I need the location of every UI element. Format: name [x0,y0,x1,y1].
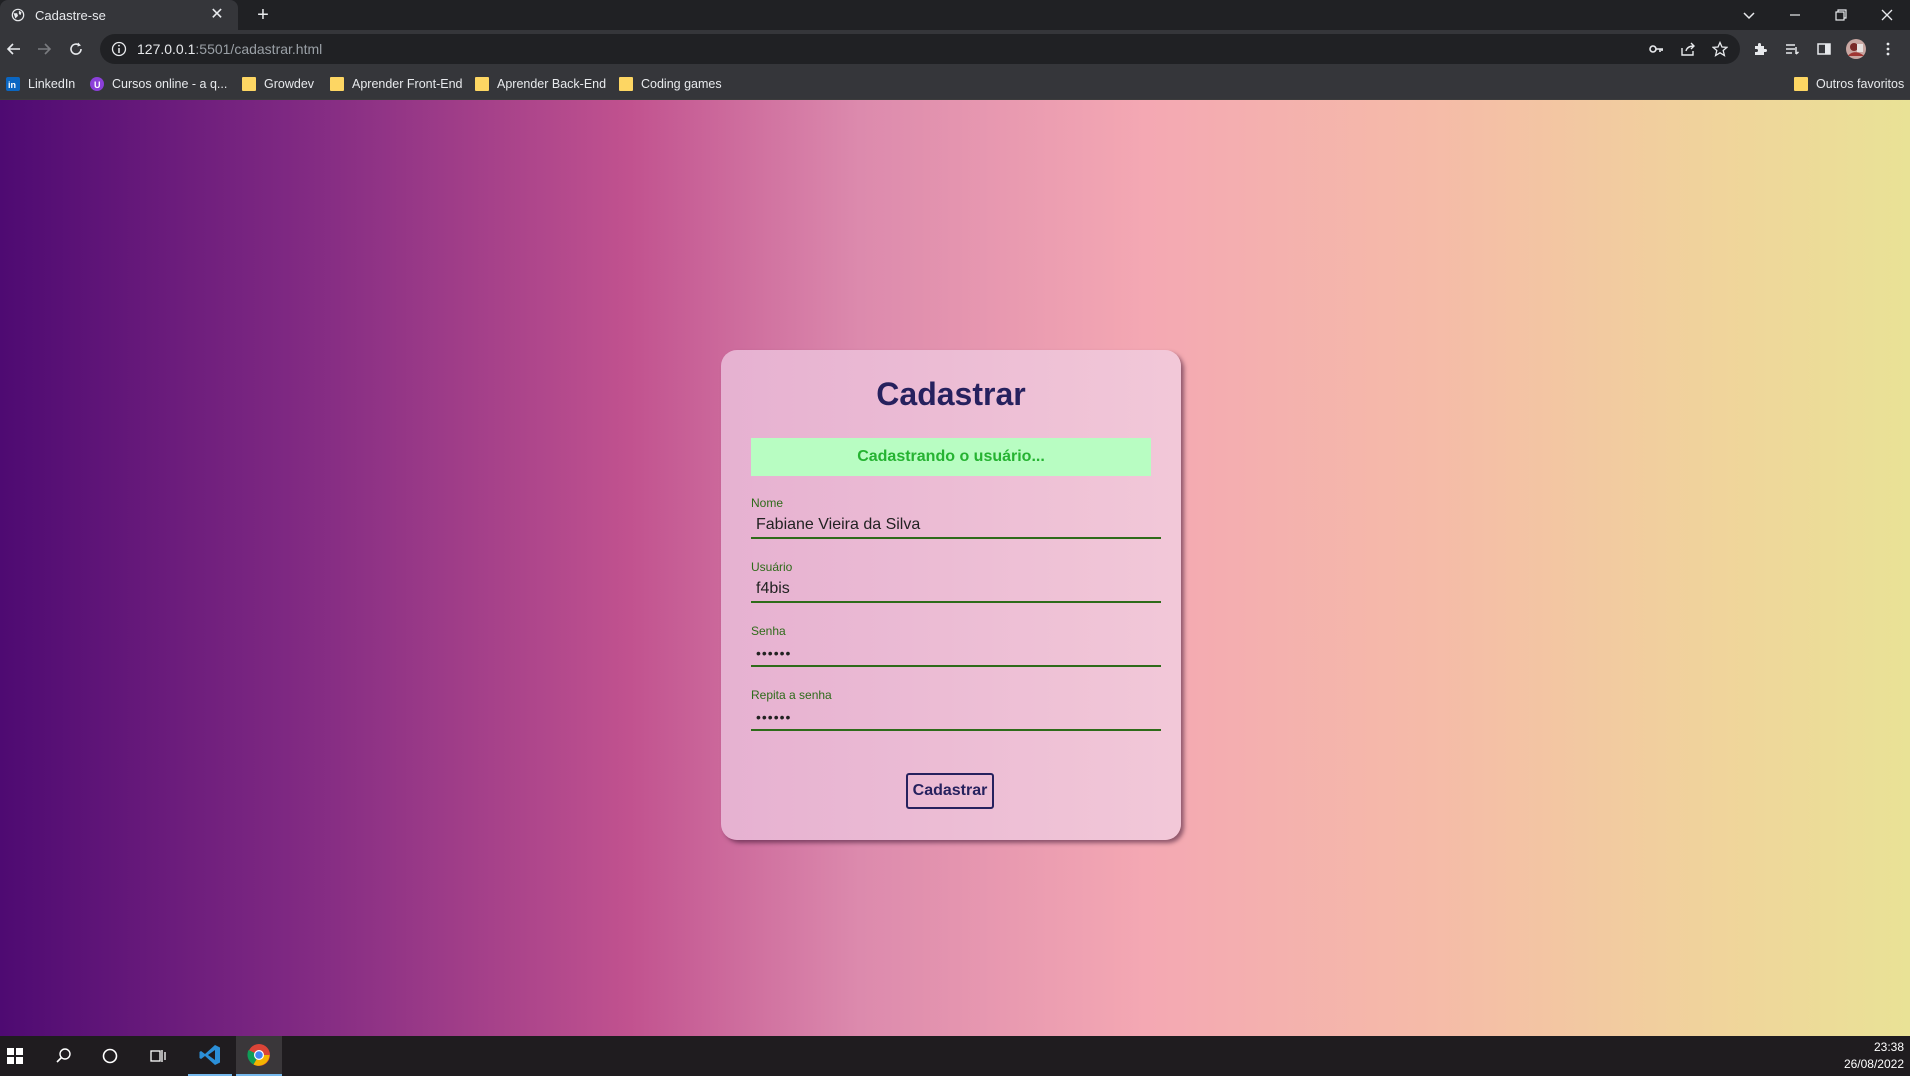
bookmark-linkedin[interactable]: in LinkedIn [6,75,75,93]
globe-icon [11,8,25,22]
folder-icon [242,77,256,91]
restore-icon[interactable] [1818,0,1864,30]
system-clock[interactable]: 23:38 26/08/2022 [1844,1039,1904,1073]
confirm-password-label: Repita a senha [751,688,832,702]
minimize-icon[interactable] [1772,0,1818,30]
close-tab-icon[interactable]: ✕ [208,6,226,24]
folder-icon [330,77,344,91]
windows-start-icon[interactable] [0,1036,30,1076]
forward-icon[interactable] [32,37,56,61]
os-taskbar: 23:38 26/08/2022 [0,1036,1910,1076]
folder-icon [619,77,633,91]
browser-tabstrip: Cadastre-se ✕ + [0,0,1910,30]
folder-icon [1794,77,1808,91]
svg-text:U: U [94,80,101,90]
address-bar[interactable]: 127.0.0.1:5501/cadastrar.html [100,34,1740,64]
confirm-password-field: Repita a senha •••••• [751,688,1161,731]
reload-icon[interactable] [64,37,88,61]
bookmark-coding-games[interactable]: Coding games [619,75,722,93]
bookmarks-bar: in LinkedIn U Cursos online - a q... Gro… [0,68,1910,100]
side-panel-icon[interactable] [1812,37,1836,61]
bookmark-aprender-front-end[interactable]: Aprender Front-End [330,75,462,93]
back-icon[interactable] [2,37,26,61]
bookmark-star-icon[interactable] [1708,37,1732,61]
username-field: Usuário f4bis [751,560,1161,603]
username-label: Usuário [751,560,793,574]
register-card: Cadastrar Cadastrando o usuário... Nome … [721,350,1181,840]
tab-search-icon[interactable] [1726,0,1772,30]
svg-text:in: in [8,80,16,90]
other-bookmarks-folder[interactable]: Outros favoritos [1794,75,1904,93]
cortana-icon[interactable] [92,1036,128,1076]
site-info-icon[interactable] [111,41,127,57]
bookmark-aprender-back-end[interactable]: Aprender Back-End [475,75,606,93]
password-key-icon[interactable] [1644,37,1668,61]
tab-title: Cadastre-se [35,7,106,23]
username-input[interactable]: f4bis [751,577,1161,603]
page-title: Cadastrar [876,376,1026,412]
new-tab-icon[interactable]: + [252,4,274,26]
extensions-icon[interactable] [1748,37,1772,61]
clock-date: 26/08/2022 [1843,1057,1904,1071]
status-message: Cadastrando o usuário... [751,438,1151,476]
reading-list-icon[interactable] [1780,37,1804,61]
task-view-icon[interactable] [140,1036,176,1076]
page-background: Cadastrar Cadastrando o usuário... Nome … [0,100,1910,1036]
vscode-taskbar-icon[interactable] [188,1036,232,1076]
clock-time: 23:38 [1873,1040,1904,1054]
name-input[interactable]: Fabiane Vieira da Silva [751,513,1161,539]
chrome-taskbar-icon[interactable] [236,1036,282,1076]
share-icon[interactable] [1676,37,1700,61]
name-label: Nome [751,496,784,510]
password-label: Senha [751,624,786,638]
browser-toolbar: 127.0.0.1:5501/cadastrar.html [0,30,1910,68]
close-window-icon[interactable] [1864,0,1910,30]
confirm-password-input[interactable]: •••••• [751,705,1161,731]
password-input[interactable]: •••••• [751,641,1161,667]
folder-icon [475,77,489,91]
submit-button[interactable]: Cadastrar [906,773,994,809]
url-text: 127.0.0.1:5501/cadastrar.html [137,41,323,57]
name-field: Nome Fabiane Vieira da Silva [751,496,1161,539]
bookmark-cursos-online[interactable]: U Cursos online - a q... [90,75,227,93]
linkedin-icon: in [6,77,20,91]
bookmark-growdev[interactable]: Growdev [242,75,314,93]
profile-avatar[interactable] [1844,37,1868,61]
password-field: Senha •••••• [751,624,1161,667]
search-icon[interactable] [46,1036,82,1076]
browser-tab[interactable]: Cadastre-se ✕ [0,0,238,30]
course-site-icon: U [90,77,104,91]
menu-kebab-icon[interactable] [1876,37,1900,61]
